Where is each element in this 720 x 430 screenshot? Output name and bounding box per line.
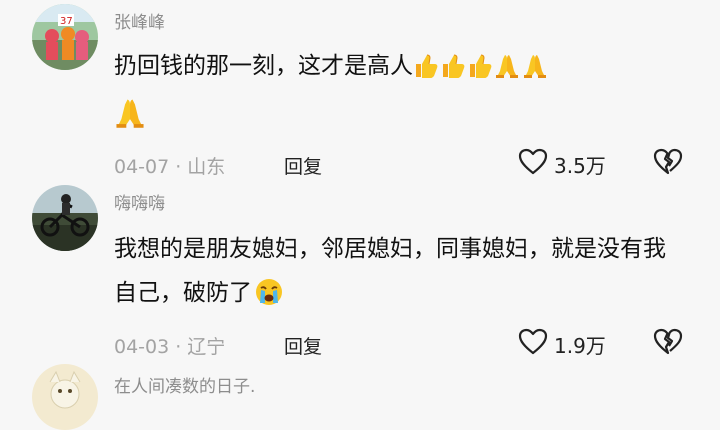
thumbs-up-icon [413, 50, 438, 94]
heart-icon [518, 328, 548, 361]
avatar[interactable]: 37 [32, 4, 98, 70]
meta-separator: · [175, 156, 182, 178]
avatar[interactable] [32, 185, 98, 251]
broken-heart-icon [652, 148, 684, 180]
like-count: 3.5万 [554, 154, 606, 178]
comment-username[interactable]: 张峰峰 [114, 8, 165, 33]
like-button[interactable]: 1.9万 [518, 328, 606, 361]
reply-button[interactable]: 回复 [284, 152, 322, 179]
svg-text:37: 37 [60, 16, 73, 27]
comment-username[interactable]: 嗨嗨嗨 [114, 189, 165, 214]
comment-date: 04-03 [114, 336, 170, 358]
avatar[interactable] [32, 364, 98, 430]
comment-item: 嗨嗨嗨 我想的是朋友媳妇，邻居媳妇，同事媳妇，就是没有我自己，破防了 04-03… [0, 185, 720, 360]
like-count: 1.9万 [554, 334, 606, 358]
comment-location: 山东 [187, 156, 226, 178]
crying-face-icon [255, 277, 283, 321]
comment-username[interactable]: 在人间凑数的日子. [114, 372, 255, 397]
reply-button[interactable]: 回复 [284, 332, 322, 359]
pray-icon [494, 50, 520, 94]
thumbs-up-icon [467, 50, 492, 94]
pray-icon [522, 50, 548, 94]
comment-location: 辽宁 [187, 336, 226, 358]
comment-text-block: 扔回钱的那一刻，这才是高人 [114, 44, 684, 144]
comment-meta: 04-03 · 辽宁 [114, 332, 225, 359]
pray-icon [114, 97, 146, 144]
broken-heart-icon [652, 328, 684, 360]
dislike-button[interactable] [652, 328, 684, 360]
dislike-button[interactable] [652, 148, 684, 180]
comment-text: 扔回钱的那一刻，这才是高人 [114, 53, 413, 79]
like-button[interactable]: 3.5万 [518, 148, 606, 181]
comment-text: 我想的是朋友媳妇，邻居媳妇，同事媳妇，就是没有我自己，破防了 [114, 236, 666, 306]
comment-text-block: 我想的是朋友媳妇，邻居媳妇，同事媳妇，就是没有我自己，破防了 [114, 227, 684, 321]
comment-meta: 04-07 · 山东 [114, 152, 225, 179]
comment-item: 在人间凑数的日子. [0, 360, 720, 430]
comment-item: 37 张峰峰 扔回钱的那一刻，这才是高人 04-07 · 山东 回复 3.5万 [0, 0, 720, 185]
heart-icon [518, 148, 548, 181]
comment-date: 04-07 [114, 156, 170, 178]
thumbs-up-icon [440, 50, 465, 94]
meta-separator: · [175, 336, 182, 358]
